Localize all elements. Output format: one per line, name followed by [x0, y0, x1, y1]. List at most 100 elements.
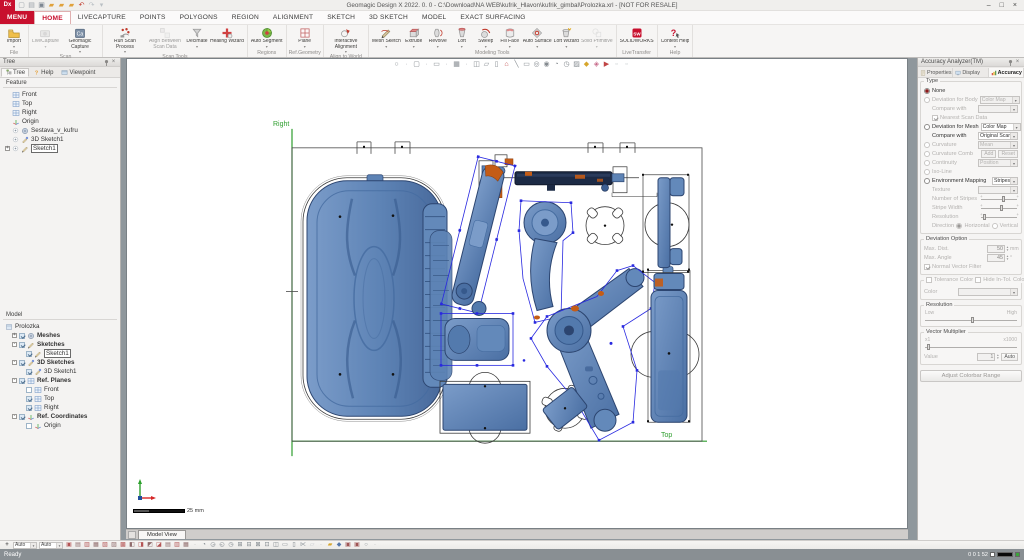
visibility-toggle-icon[interactable]	[12, 145, 19, 152]
texture-combo[interactable]: ▾	[978, 186, 1018, 194]
visibility-checkbox[interactable]	[19, 360, 25, 366]
view-back-icon[interactable]: ⊟	[245, 541, 253, 549]
separator-a-icon[interactable]: ·	[191, 541, 199, 549]
vertical-radio[interactable]	[992, 223, 998, 229]
shading-options-icon[interactable]: ▨	[572, 60, 581, 70]
select-edge-icon[interactable]: ▩	[119, 541, 127, 549]
view-front-icon[interactable]: ⊞	[236, 541, 244, 549]
visibility-checkbox[interactable]	[19, 333, 25, 339]
view-right-icon[interactable]: ⊡	[263, 541, 271, 549]
ribbon-tab-polygons[interactable]: POLYGONS	[173, 11, 225, 24]
context-help-button[interactable]: ?Context Help▾	[660, 26, 691, 48]
spinner-arrows-icon[interactable]: ▲▼	[996, 354, 999, 360]
tree-panel-tab-tree[interactable]: Tree	[1, 68, 29, 77]
tolerance-color-checkbox[interactable]	[926, 277, 932, 283]
extra-tool-2-icon[interactable]: ▫	[622, 60, 631, 70]
model-item-prolozka[interactable]: Prolozka	[5, 322, 120, 331]
expander-icon[interactable]: +	[5, 146, 10, 151]
battery-grip-mesh[interactable]	[647, 267, 690, 423]
align-between-scan-data-button[interactable]: Align Between Scan Data	[145, 26, 185, 50]
compare-with-combo[interactable]: ▾	[978, 105, 1018, 113]
select-mesh-icon[interactable]: ▥	[83, 541, 91, 549]
separator-c-icon[interactable]: ·	[371, 541, 379, 549]
play-tool-icon[interactable]: ▶	[602, 60, 611, 70]
select-group-b-icon[interactable]: ▦	[182, 541, 190, 549]
capture-view-icon[interactable]: ◆	[335, 541, 343, 549]
auto-button[interactable]: Auto	[1001, 353, 1018, 361]
ribbon-tab-model[interactable]: MODEL	[415, 11, 453, 24]
ghost-tool-icon[interactable]: ▱	[308, 541, 316, 549]
deviation-for-body-radio[interactable]	[924, 97, 930, 103]
target-select-icon[interactable]: ◉	[542, 60, 551, 70]
feature-item-front[interactable]: Front	[5, 90, 120, 99]
viewport-scene[interactable]: Right Top	[127, 71, 907, 528]
app-logo[interactable]: Dx	[0, 0, 15, 11]
zoom-out-icon[interactable]: ◶	[209, 541, 217, 549]
separator-b-icon[interactable]: ·	[317, 541, 325, 549]
foam-organizer-mesh[interactable]	[423, 204, 452, 388]
extra-tool-1-icon[interactable]: ▫	[612, 60, 621, 70]
fill-face-button[interactable]: Fill Face▾	[498, 26, 522, 48]
ribbon-tab-3d-sketch[interactable]: 3D SKETCH	[362, 11, 415, 24]
view-left-icon[interactable]: ⊠	[254, 541, 262, 549]
deviation-mesh-combo[interactable]: Color Map▾	[981, 123, 1021, 131]
visibility-toggle-icon[interactable]	[12, 127, 19, 134]
fan-sketch-circle-1[interactable]	[572, 193, 637, 258]
feature-item-top[interactable]: Top	[5, 99, 120, 108]
import-button[interactable]: Import▾	[2, 26, 26, 48]
save-icon[interactable]: ▣	[37, 1, 46, 10]
visibility-checkbox[interactable]	[26, 351, 32, 357]
ribbon-tab-sketch[interactable]: SKETCH	[320, 11, 362, 24]
color-combo[interactable]: ▾	[958, 288, 1018, 296]
ribbon-tab-menu[interactable]: MENU	[0, 11, 34, 24]
view-iso-icon[interactable]: ▯	[290, 541, 298, 549]
region-view-icon[interactable]: ▦	[452, 60, 461, 70]
plane-button[interactable]: Plane▾	[293, 26, 317, 48]
max-angle-input[interactable]: 45	[987, 254, 1005, 262]
feature-item-sestava-v-kufru[interactable]: Sestava_v_kufru	[5, 126, 120, 135]
model-view-tab[interactable]: Model View	[138, 530, 186, 539]
column-display-icon[interactable]: ▯	[492, 60, 501, 70]
curvature-combo[interactable]: Mean▾	[978, 141, 1018, 149]
auto-surface-button[interactable]: Auto Surface▾	[522, 26, 553, 48]
model-viewport[interactable]: ○·▢·▭·▦·◫▱▯⌂╲▭◎◉◔◷▨◆◈▶▫▫ Right	[126, 58, 908, 529]
select-group-a-icon[interactable]: ▥	[173, 541, 181, 549]
import-folder-3-icon[interactable]: ▰	[67, 1, 76, 10]
select-region-icon[interactable]: ▦	[92, 541, 100, 549]
copy-view-icon[interactable]: ▰	[326, 541, 334, 549]
loft-button[interactable]: Loft▾	[450, 26, 474, 48]
nearest-scan-data-checkbox[interactable]	[932, 115, 938, 121]
run-scan-process-button[interactable]: Run Scan Process▾	[105, 26, 145, 53]
model-item-3d-sketch1[interactable]: 3D Sketch1	[5, 367, 120, 376]
accuracy-tab-display[interactable]: Display	[953, 68, 988, 77]
bracket-mesh[interactable]	[642, 174, 689, 273]
visibility-checkbox[interactable]	[26, 396, 32, 402]
select-point-icon[interactable]: ▤	[164, 541, 172, 549]
import-folder-2-icon[interactable]: ▰	[57, 1, 66, 10]
select-visible-icon[interactable]: ▤	[74, 541, 82, 549]
expander-icon[interactable]: +	[12, 333, 17, 338]
redo-icon[interactable]: ↷	[87, 1, 96, 10]
view-tab-list-icon[interactable]	[128, 531, 136, 539]
continuity-radio[interactable]	[924, 160, 930, 166]
ribbon-tab-alignment[interactable]: ALIGNMENT	[266, 11, 320, 24]
interactive-alignment-button[interactable]: Interactive Alignment▾	[326, 26, 366, 53]
multiplier-value-input[interactable]: 1	[977, 353, 995, 361]
tree-panel-tab-help[interactable]: ?Help	[29, 68, 57, 77]
sketch-scene-svg[interactable]: Right Top	[127, 71, 907, 528]
arc-tool-icon[interactable]: ◔	[552, 60, 561, 70]
view-top-icon[interactable]: ◫	[272, 541, 280, 549]
point-cloud-view-icon[interactable]: ○	[392, 60, 401, 70]
visibility-checkbox[interactable]	[19, 414, 25, 420]
continuity-combo[interactable]: Position▾	[978, 159, 1018, 167]
solid-primitive-button[interactable]: Solid Primitive▾	[580, 26, 614, 48]
open-file-icon[interactable]: ▤	[27, 1, 36, 10]
sheet-display-icon[interactable]: ▱	[482, 60, 491, 70]
hide-in-tol-checkbox[interactable]	[975, 277, 981, 283]
separator-4-icon[interactable]: ·	[462, 60, 471, 70]
right-plane-line[interactable]: Right	[273, 121, 292, 456]
model-item-origin[interactable]: Origin	[5, 421, 120, 430]
select-face-icon[interactable]: ▨	[110, 541, 118, 549]
zoom-in-icon[interactable]: ◔	[200, 541, 208, 549]
select-sketch-icon[interactable]: ◨	[137, 541, 145, 549]
